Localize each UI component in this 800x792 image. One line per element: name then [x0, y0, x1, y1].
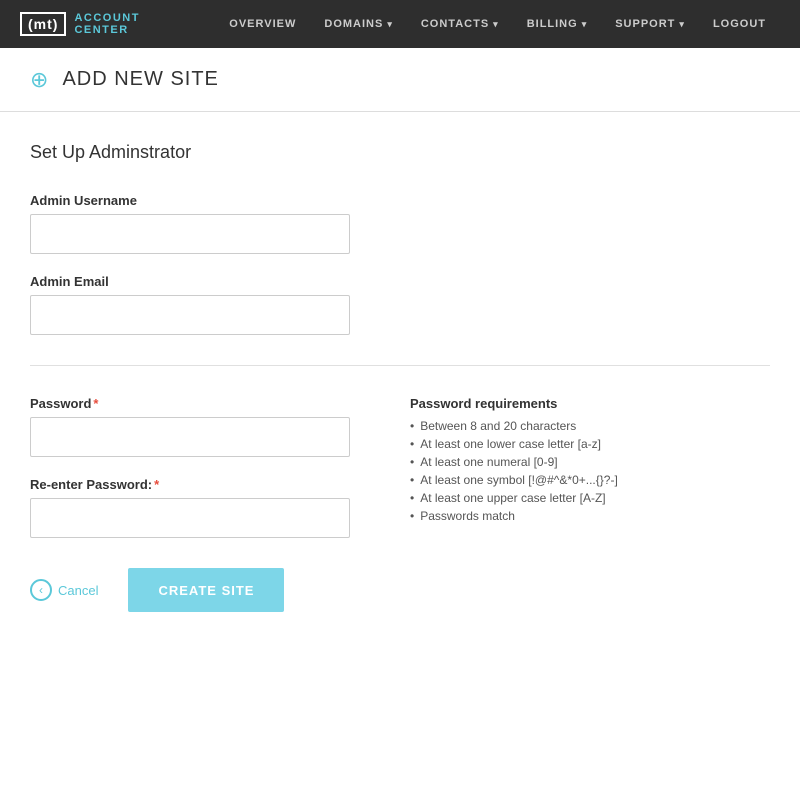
divider [30, 365, 770, 366]
nav-item-support[interactable]: SUPPORT ▾ [601, 0, 699, 48]
requirements-list: Between 8 and 20 characters At least one… [410, 419, 770, 523]
nav-item-overview[interactable]: OVERVIEW [215, 0, 310, 48]
navbar: (mt) ACCOUNT CENTER OVERVIEW DOMAINS ▾ C… [0, 0, 800, 48]
add-icon: ⊕ [30, 69, 48, 91]
username-label: Admin Username [30, 193, 770, 208]
email-input[interactable] [30, 295, 350, 335]
page-header: ⊕ ADD NEW SITE [0, 48, 800, 112]
create-site-button[interactable]: CREATE SITE [128, 568, 284, 612]
req-item: At least one lower case letter [a-z] [410, 437, 770, 451]
password-fields: Password* Re-enter Password:* ‹ Cancel [30, 396, 350, 612]
req-item: At least one upper case letter [A-Z] [410, 491, 770, 505]
requirements-title: Password requirements [410, 396, 770, 411]
password-section: Password* Re-enter Password:* ‹ Cancel [30, 396, 770, 612]
email-group: Admin Email [30, 274, 770, 335]
chevron-down-icon: ▾ [582, 19, 588, 30]
nav-item-domains[interactable]: DOMAINS ▾ [310, 0, 406, 48]
reenter-password-label: Re-enter Password:* [30, 477, 350, 492]
cancel-button[interactable]: ‹ Cancel [30, 579, 98, 601]
chevron-down-icon: ▾ [387, 19, 393, 30]
password-group: Password* [30, 396, 350, 457]
req-item: Between 8 and 20 characters [410, 419, 770, 433]
password-requirements: Password requirements Between 8 and 20 c… [410, 396, 770, 527]
page-title: ADD NEW SITE [62, 68, 218, 91]
nav-item-billing[interactable]: BILLING ▾ [513, 0, 602, 48]
nav-item-contacts[interactable]: CONTACTS ▾ [407, 0, 513, 48]
form-actions: ‹ Cancel CREATE SITE [30, 568, 350, 612]
form-container: Set Up Adminstrator Admin Username Admin… [0, 112, 800, 652]
email-label: Admin Email [30, 274, 770, 289]
req-item: Passwords match [410, 509, 770, 523]
back-icon: ‹ [30, 579, 52, 601]
reenter-password-input[interactable] [30, 498, 350, 538]
reenter-password-group: Re-enter Password:* [30, 477, 350, 538]
req-item: At least one numeral [0-9] [410, 455, 770, 469]
req-item: At least one symbol [!@#^&*0+...{}?-] [410, 473, 770, 487]
brand-logo: (mt) [20, 12, 66, 36]
username-group: Admin Username [30, 193, 770, 254]
main-content: ⊕ ADD NEW SITE Set Up Adminstrator Admin… [0, 48, 800, 792]
chevron-down-icon: ▾ [493, 19, 499, 30]
password-label: Password* [30, 396, 350, 411]
brand: (mt) ACCOUNT CENTER [20, 12, 191, 36]
password-input[interactable] [30, 417, 350, 457]
brand-title: ACCOUNT CENTER [74, 12, 191, 36]
nav-menu: OVERVIEW DOMAINS ▾ CONTACTS ▾ BILLING ▾ … [215, 0, 780, 48]
username-input[interactable] [30, 214, 350, 254]
logout-button[interactable]: LOGOUT [699, 0, 780, 48]
section-title: Set Up Adminstrator [30, 142, 770, 163]
chevron-down-icon: ▾ [679, 19, 685, 30]
